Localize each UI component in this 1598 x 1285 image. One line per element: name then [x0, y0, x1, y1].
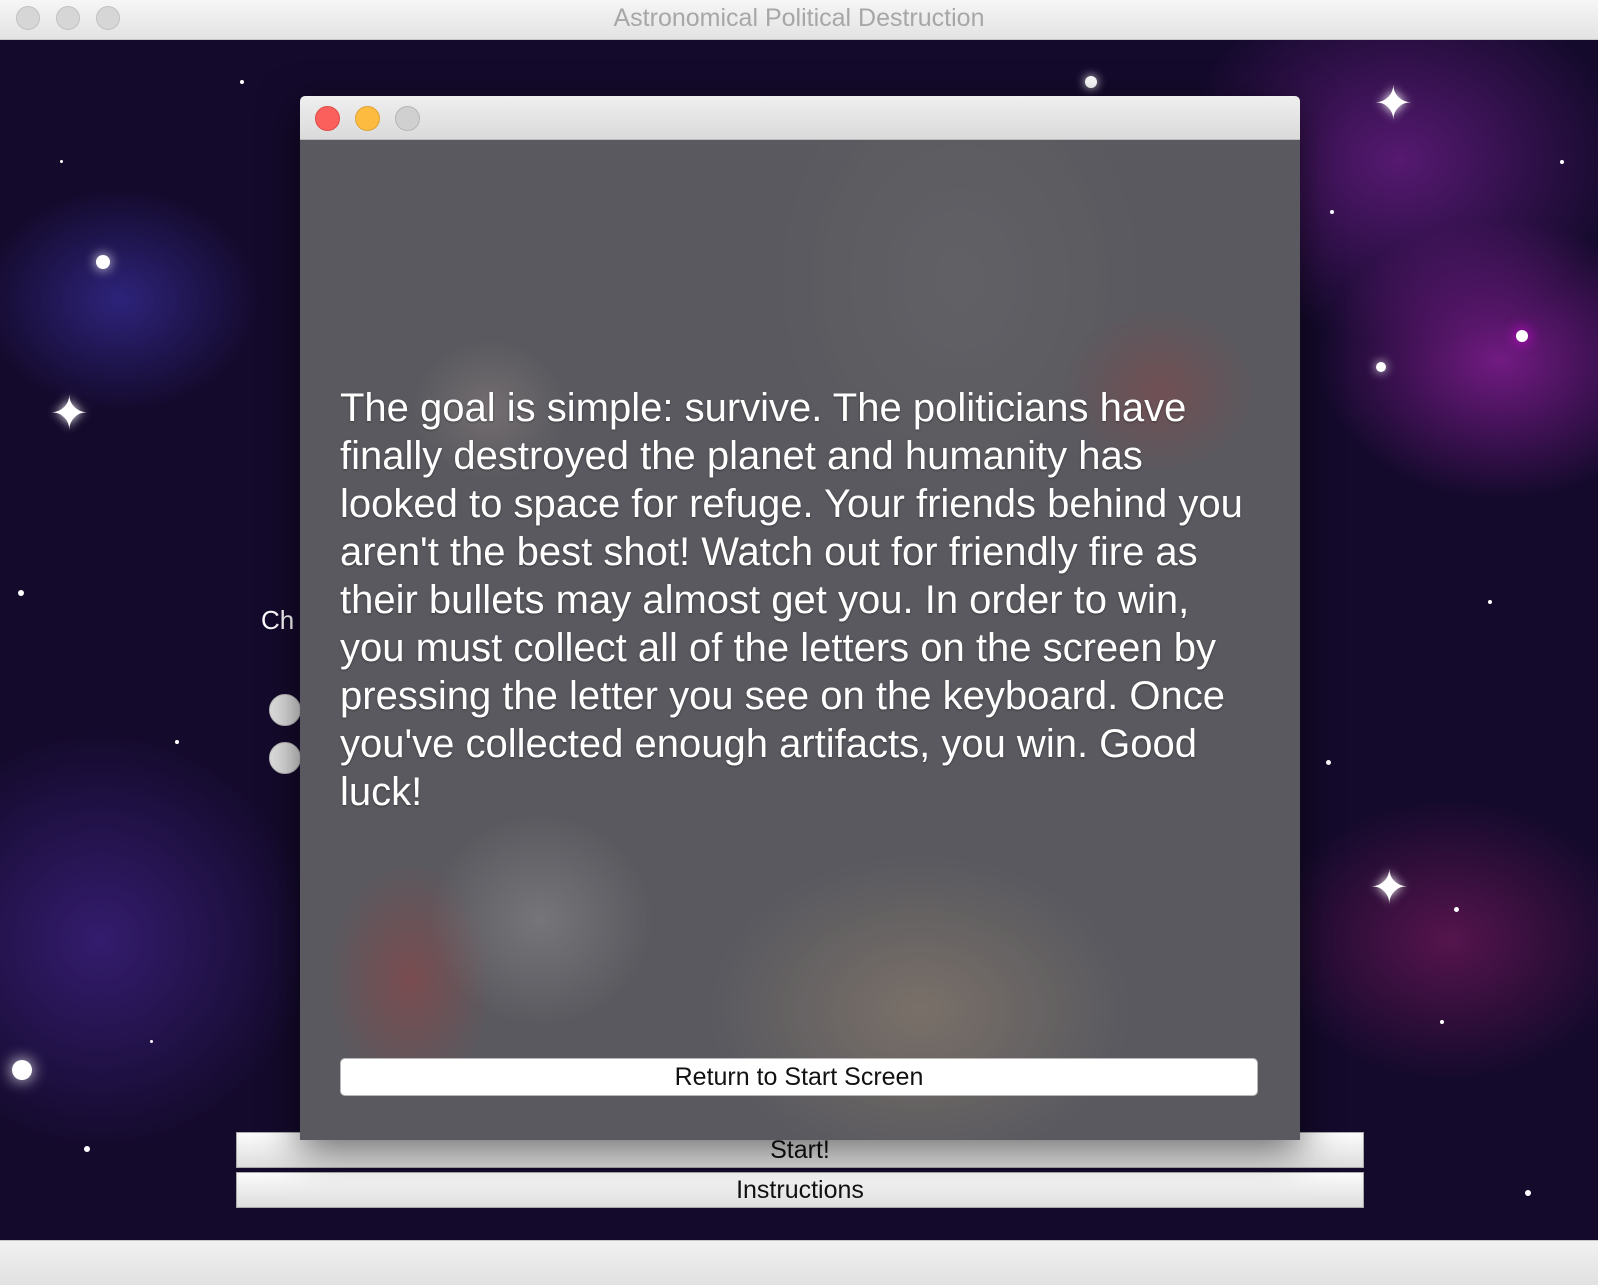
star	[1440, 1020, 1444, 1024]
star	[1525, 1190, 1531, 1196]
sparkle-star: ✦	[1370, 861, 1409, 913]
star	[12, 1060, 32, 1080]
instructions-button[interactable]: Instructions	[236, 1172, 1364, 1208]
star	[1376, 362, 1386, 372]
star	[1326, 760, 1331, 765]
star	[175, 740, 179, 744]
dialog-close-button[interactable]	[315, 106, 340, 131]
sparkle-star: ✦	[1374, 77, 1413, 129]
star	[96, 255, 110, 269]
star	[1488, 600, 1492, 604]
instructions-dialog: The goal is simple: survive. The politic…	[300, 96, 1300, 1140]
instructions-text: The goal is simple: survive. The politic…	[340, 386, 1243, 814]
dialog-background-image: The goal is simple: survive. The politic…	[300, 140, 1300, 1140]
star	[150, 1040, 153, 1043]
star	[84, 1146, 90, 1152]
bottom-bar	[0, 1240, 1598, 1285]
star	[18, 590, 24, 596]
star	[1560, 160, 1564, 164]
radio-option-1[interactable]	[269, 694, 301, 726]
dialog-minimize-button[interactable]	[355, 106, 380, 131]
star	[60, 160, 63, 163]
dialog-zoom-button[interactable]	[395, 106, 420, 131]
main-titlebar: Astronomical Political Destruction	[0, 0, 1598, 40]
radio-option-2[interactable]	[269, 742, 301, 774]
return-to-start-button[interactable]: Return to Start Screen	[340, 1058, 1258, 1096]
star	[1454, 907, 1459, 912]
star	[1330, 210, 1334, 214]
window-title: Astronomical Political Destruction	[613, 4, 985, 32]
star	[1085, 76, 1097, 88]
sparkle-star: ✦	[50, 387, 89, 439]
dialog-titlebar	[300, 96, 1300, 140]
star	[1516, 330, 1528, 342]
star	[240, 80, 244, 84]
partial-label: Ch	[261, 605, 295, 635]
